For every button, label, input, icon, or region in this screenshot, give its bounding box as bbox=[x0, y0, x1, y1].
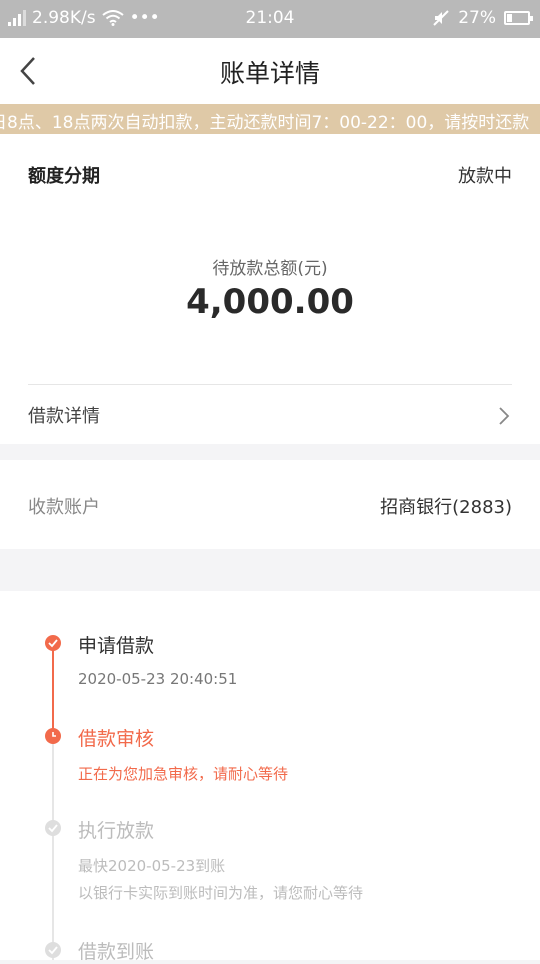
step-title: 借款审核 bbox=[78, 728, 155, 750]
timeline-line-active bbox=[52, 643, 54, 735]
loan-type-label: 额度分期 bbox=[28, 166, 100, 187]
clock-icon bbox=[45, 728, 61, 744]
nav-header: 账单详情 bbox=[0, 38, 540, 104]
chevron-right-icon bbox=[499, 407, 510, 425]
step-subtitle: 2020-05-23 20:40:51 bbox=[78, 670, 238, 688]
notice-text: 日8点、18点两次自动扣款，主动还款时间7：00-22：00，请按时还款 bbox=[0, 113, 530, 133]
loan-status: 放款中 bbox=[458, 166, 512, 187]
step-title: 申请借款 bbox=[78, 635, 155, 657]
loan-detail-row[interactable]: 借款详情 bbox=[0, 386, 540, 444]
step-title: 执行放款 bbox=[78, 820, 155, 842]
loan-detail-label: 借款详情 bbox=[28, 406, 100, 427]
timeline-line-pending bbox=[52, 735, 54, 960]
step-subtitle: 最快2020-05-23到账 bbox=[78, 857, 226, 875]
amount-value: 4,000.00 bbox=[186, 282, 354, 322]
check-icon bbox=[45, 942, 61, 958]
mute-icon bbox=[433, 10, 449, 26]
battery-icon bbox=[504, 11, 533, 25]
notice-marquee: 日8点、18点两次自动扣款，主动还款时间7：00-22：00，请按时还款 bbox=[0, 104, 540, 134]
battery-percent: 27% bbox=[458, 8, 496, 28]
divider bbox=[28, 384, 512, 385]
check-icon bbox=[45, 820, 61, 836]
progress-timeline: 申请借款 2020-05-23 20:40:51 借款审核 正在为您加急审核，请… bbox=[0, 591, 540, 963]
status-bar: 2.98K/s ••• 21:04 27% bbox=[0, 0, 540, 38]
step-subtitle: 以银行卡实际到账时间为准，请您耐心等待 bbox=[78, 884, 364, 902]
receiving-account-row: 收款账户 招商银行(2883) bbox=[0, 460, 540, 549]
page-title: 账单详情 bbox=[219, 59, 320, 88]
step-subtitle: 正在为您加急审核，请耐心等待 bbox=[78, 765, 289, 783]
amount-label: 待放款总额(元) bbox=[212, 259, 328, 279]
check-icon bbox=[45, 635, 61, 651]
account-value: 招商银行(2883) bbox=[380, 497, 512, 518]
loan-summary-card: 额度分期 放款中 待放款总额(元) 4,000.00 借款详情 bbox=[0, 134, 540, 444]
account-label: 收款账户 bbox=[28, 497, 100, 518]
